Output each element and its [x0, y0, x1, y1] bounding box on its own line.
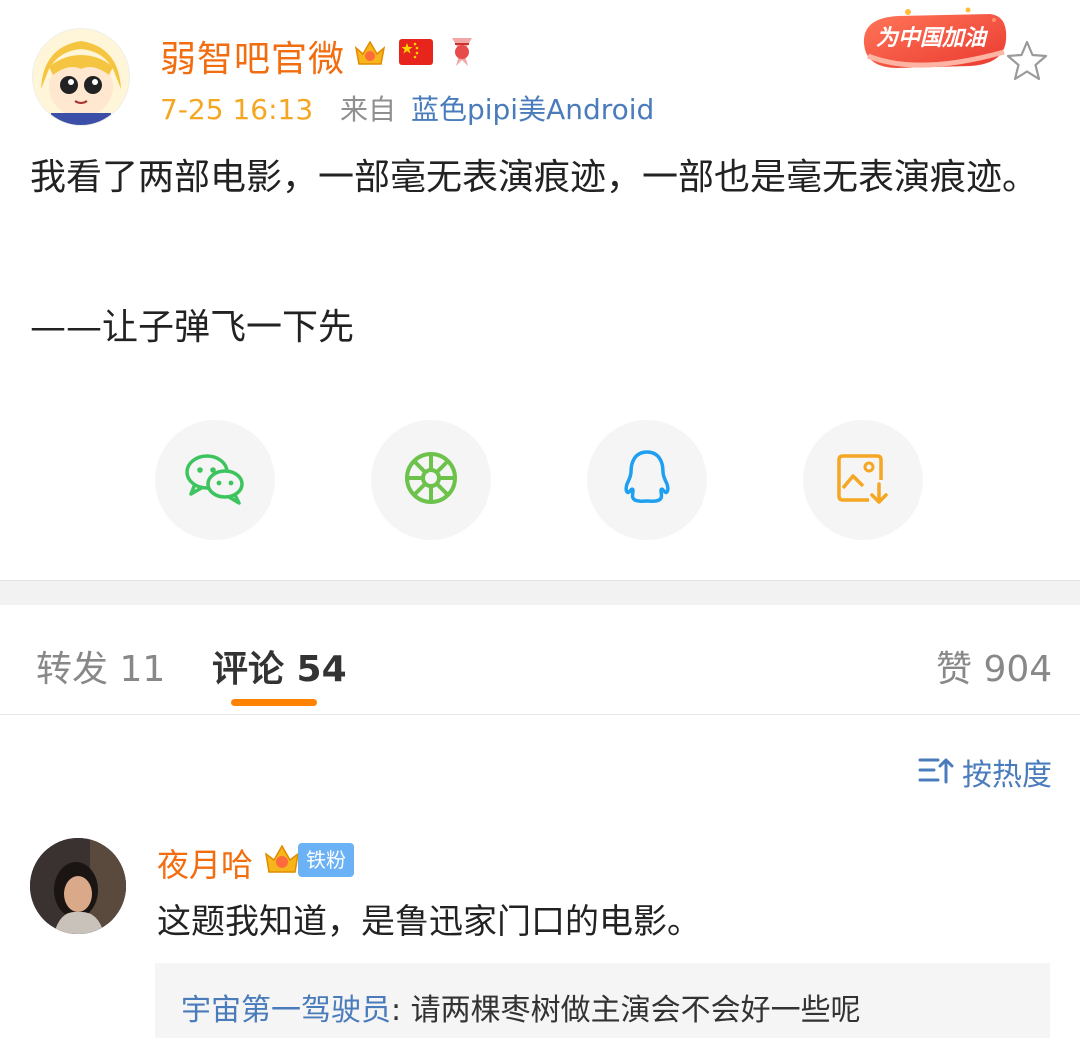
save-image-button[interactable] [803, 420, 923, 540]
qq-icon [621, 448, 673, 512]
post-text: 我看了两部电影，一部毫无表演痕迹，一部也是毫无表演痕迹。 [30, 157, 1039, 198]
reply-user[interactable]: 宇宙第一驾驶员 [181, 993, 391, 1028]
post-meta: 7-25 16:13 来自 蓝色pipi美Android [160, 88, 654, 128]
sort-toggle[interactable]: 按热度 [918, 750, 1052, 794]
share-wechat-button[interactable] [155, 420, 275, 540]
fan-level-badge: 铁粉 [298, 843, 354, 877]
share-moments-button[interactable] [371, 420, 491, 540]
post-time: 7-25 16:13 [160, 93, 314, 126]
favorite-star-icon[interactable] [1004, 38, 1050, 84]
china-flag-icon [398, 34, 434, 70]
share-qq-button[interactable] [587, 420, 707, 540]
promo-text: 为中国加油 [876, 26, 987, 51]
from-label: 来自 [340, 93, 397, 126]
wechat-icon [183, 450, 247, 510]
tab-border [0, 714, 1080, 715]
reply-text: : 请两棵枣树做主演会不会好一些呢 [391, 993, 861, 1028]
author-avatar[interactable] [32, 28, 130, 126]
comment-text: 这题我知道，是鲁迅家门口的电影。 [157, 902, 701, 942]
medal-ribbon-icon [444, 34, 480, 70]
active-tab-indicator [231, 699, 317, 706]
moments-icon [402, 449, 460, 511]
reply-preview[interactable]: 宇宙第一驾驶员: 请两棵枣树做主演会不会好一些呢 [155, 963, 1050, 1038]
author-badges [352, 34, 480, 70]
tab-repost[interactable]: 转发 11 [36, 640, 165, 692]
promo-banner[interactable]: 为中国加油 [858, 6, 1010, 74]
commenter-name[interactable]: 夜月哈 [157, 840, 253, 886]
commenter-avatar[interactable] [30, 838, 126, 934]
sort-label: 按热度 [962, 758, 1052, 793]
reply-line: 宇宙第一驾驶员: 请两棵枣树做主演会不会好一些呢 [181, 985, 861, 1029]
commenter-badges: 铁粉 [262, 838, 354, 882]
vip-crown-icon [352, 34, 388, 70]
section-divider [0, 580, 1080, 605]
author-name[interactable]: 弱智吧官微 [160, 30, 345, 82]
sort-icon [918, 756, 954, 788]
post-quote: ——让子弹飞一下先 [30, 307, 355, 348]
tab-like[interactable]: 赞 904 [936, 640, 1052, 692]
save-image-icon [835, 450, 891, 510]
tab-comment[interactable]: 评论 54 [212, 640, 347, 692]
fan-crown-icon [262, 838, 302, 882]
post-device[interactable]: 蓝色pipi美Android [411, 93, 654, 126]
